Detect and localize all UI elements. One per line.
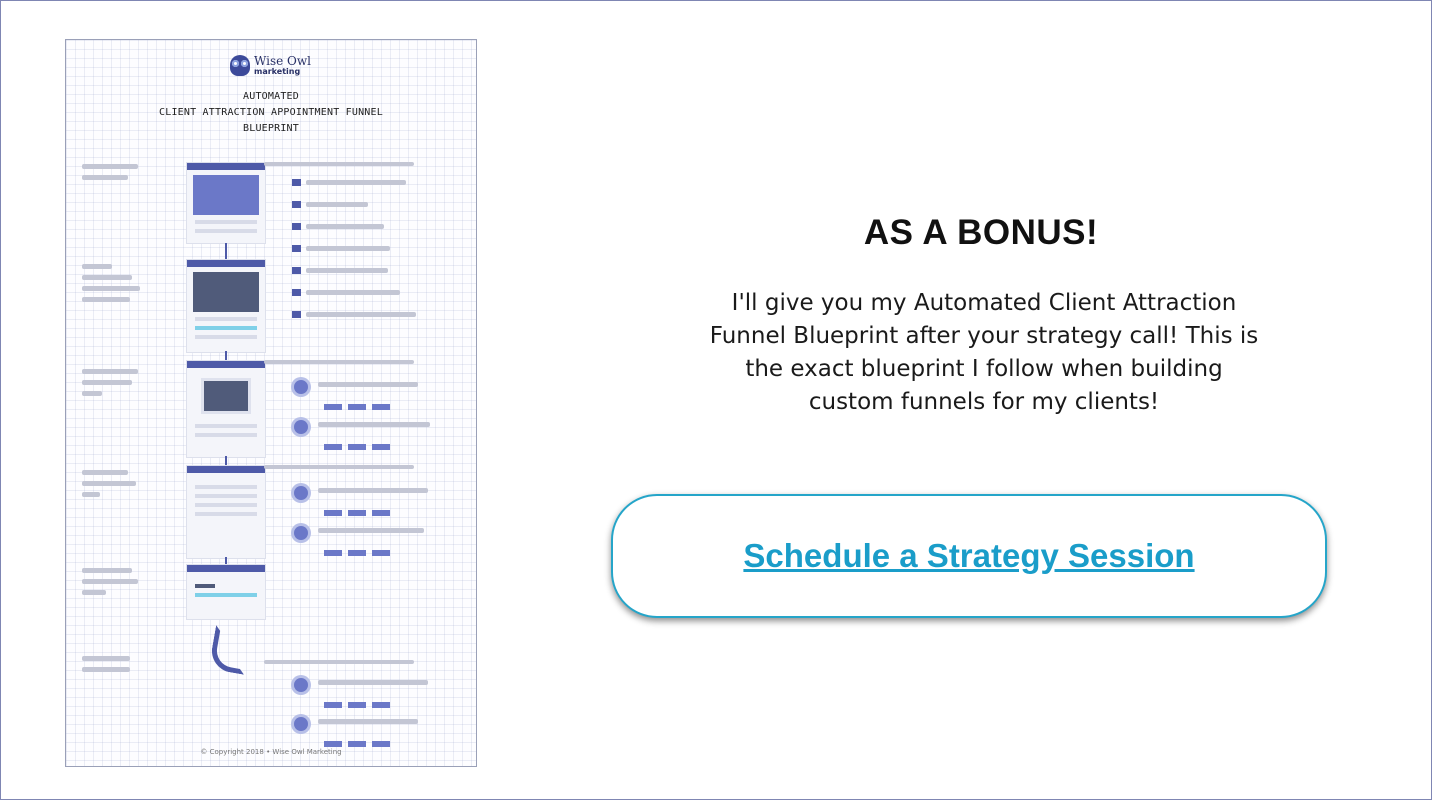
step-tags [324,435,396,450]
step-tags [324,501,396,516]
step-label [82,369,138,402]
flow-connector [225,557,227,564]
gear-icon [294,486,308,500]
gear-icon [294,678,308,692]
gear-icon [294,526,308,540]
flow-connector [225,243,227,259]
step-tags [324,693,396,708]
section-header [264,465,414,469]
step-label [82,264,140,308]
owl-icon [230,55,250,76]
page-thumbnail [186,564,266,620]
gear-icon [294,717,308,731]
step-label [82,470,136,503]
wise-owl-logo: Wise Owl marketing [230,54,320,79]
phone-icon [208,625,252,675]
step-detail [318,680,428,685]
bonus-heading: AS A BONUS! [863,213,1099,252]
step-label [82,656,130,678]
page-thumbnail [186,465,266,559]
logo-name: Wise Owl [254,54,311,68]
page-thumbnail [186,360,266,458]
bonus-line-4: custom funnels for my clients! [808,389,1160,415]
bonus-line-3: the exact blueprint I follow when buildi… [745,356,1223,382]
step-detail [318,488,428,493]
step-detail [318,528,424,533]
doc-title-line-1: AUTOMATED [243,91,299,102]
flow-connector [225,456,227,465]
step-tags [324,732,396,747]
blueprint-document-image: Wise Owl marketing AUTOMATED CLIENT ATTR… [65,39,477,767]
step-detail [318,719,418,724]
schedule-strategy-session-link[interactable]: Schedule a Strategy Session [743,537,1194,575]
section-header [264,162,414,166]
doc-title-line-3: BLUEPRINT [243,123,299,134]
gear-icon [294,380,308,394]
doc-title-line-2: CLIENT ATTRACTION APPOINTMENT FUNNEL [159,107,383,118]
bonus-line-1: I'll give you my Automated Client Attrac… [731,290,1237,316]
step-detail [318,382,418,387]
logo-subtitle: marketing [254,67,301,76]
flow-connector [225,351,227,360]
step-tags [324,395,396,410]
gear-icon [294,420,308,434]
page-thumbnail [186,259,266,353]
step-tags [324,541,396,556]
step-detail [318,422,430,427]
step-label [82,164,138,186]
doc-copyright: © Copyright 2018 • Wise Owl Marketing [200,748,342,756]
bonus-description: I'll give you my Automated Client Attrac… [589,287,1379,419]
schedule-strategy-session-button[interactable]: Schedule a Strategy Session [611,494,1327,618]
step-label [82,568,138,601]
content-frame: Wise Owl marketing AUTOMATED CLIENT ATTR… [0,0,1432,800]
section-header [264,660,414,664]
page-thumbnail [186,162,266,244]
section-header [264,360,414,364]
bonus-line-2: Funnel Blueprint after your strategy cal… [709,323,1259,349]
